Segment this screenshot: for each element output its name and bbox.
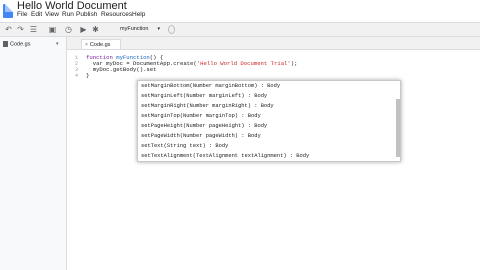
- autocomplete-item[interactable]: setMarginTop(Number marginTop) : Body: [141, 113, 261, 119]
- menu-help[interactable]: Help: [132, 11, 145, 18]
- menu-run[interactable]: Run: [62, 11, 74, 18]
- autocomplete-popup: setMarginBottom(Number marginBottom) : B…: [137, 80, 401, 162]
- redo-icon[interactable]: ↷: [16, 25, 25, 34]
- clock-icon[interactable]: ◷: [64, 25, 73, 34]
- run-icon[interactable]: ▶: [79, 25, 88, 34]
- menu-publish[interactable]: Publish: [76, 11, 97, 18]
- autocomplete-item[interactable]: setMarginBottom(Number marginBottom) : B…: [141, 83, 280, 89]
- menu-bar: File Edit View Run Publish Resources Hel…: [0, 11, 480, 22]
- menu-resources[interactable]: Resources: [101, 11, 132, 18]
- line-number: 4: [74, 73, 78, 79]
- autocomplete-item[interactable]: setText(String text) : Body: [141, 143, 228, 149]
- autocomplete-scrollbar[interactable]: [396, 99, 400, 157]
- toolbar: ↶ ↷ ☰ ▣ ◷ ▶ ✱ myFunction ▾: [0, 22, 480, 37]
- code-line-4[interactable]: }: [86, 72, 89, 79]
- autocomplete-item[interactable]: setMarginRight(Number marginRight) : Bod…: [141, 103, 274, 109]
- autocomplete-item[interactable]: setPageHeight(Number pageHeight) : Body: [141, 123, 267, 129]
- menu-edit[interactable]: Edit: [31, 11, 42, 18]
- file-icon: [3, 41, 8, 47]
- chevron-down-icon: ▾: [157, 26, 160, 32]
- file-menu-chevron-icon[interactable]: ▾: [56, 41, 59, 47]
- code-text: myDoc.getBody().set: [86, 66, 157, 73]
- undo-icon[interactable]: ↶: [4, 25, 13, 34]
- file-panel: Code.gs ▾: [0, 37, 67, 270]
- function-select[interactable]: myFunction ▾: [118, 25, 162, 34]
- function-select-value: myFunction: [120, 26, 149, 32]
- file-item-code-gs[interactable]: Code.gs: [3, 41, 31, 47]
- autocomplete-item[interactable]: setTextAlignment(TextAlignment textAlign…: [141, 153, 309, 159]
- code-text: );: [290, 60, 298, 67]
- editor-tab-bar: × Code.gs: [67, 37, 480, 50]
- debug-icon[interactable]: ✱: [91, 25, 100, 34]
- menu-file[interactable]: File: [17, 11, 27, 18]
- lightbulb-icon[interactable]: [168, 25, 175, 34]
- save-icon[interactable]: ▣: [48, 25, 57, 34]
- file-name: Code.gs: [10, 41, 31, 48]
- tab-label: Code.gs: [89, 42, 111, 48]
- menu-view[interactable]: View: [45, 11, 59, 18]
- code-text: }: [86, 72, 90, 79]
- tab-code-gs[interactable]: × Code.gs: [81, 39, 121, 49]
- code-line-3[interactable]: myDoc.getBody().set: [86, 66, 157, 73]
- autocomplete-item[interactable]: setMarginLeft(Number marginLeft) : Body: [141, 93, 267, 99]
- close-icon[interactable]: ×: [85, 42, 88, 48]
- line-number-gutter: 1 2 3 4: [67, 50, 81, 270]
- autocomplete-item[interactable]: setPageWidth(Number pageWidth) : Body: [141, 133, 261, 139]
- indent-icon[interactable]: ☰: [29, 25, 38, 34]
- string-literal: 'Hello World Document Trial': [196, 60, 291, 67]
